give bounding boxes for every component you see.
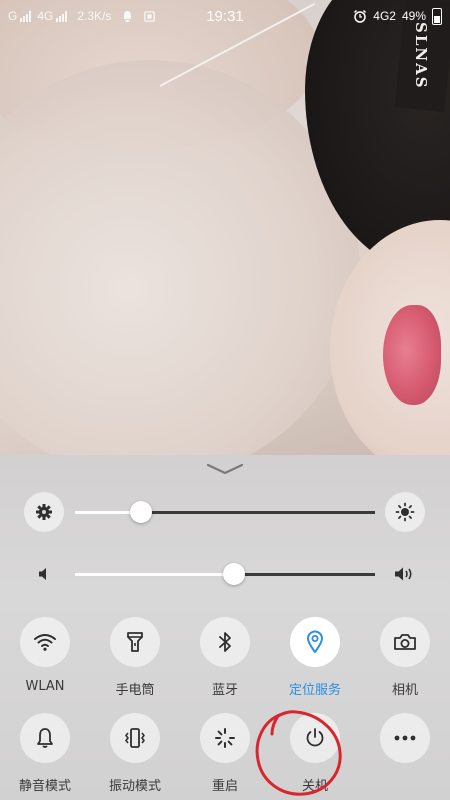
wifi-icon[interactable] — [20, 617, 70, 667]
image-icon — [144, 10, 156, 22]
volume-slider[interactable] — [0, 552, 450, 596]
carrier-1: G — [8, 9, 18, 23]
battery-icon — [432, 7, 442, 25]
tile-label: 蓝牙 — [211, 683, 238, 698]
tile-label: 重启 — [211, 779, 238, 794]
tile-wlan[interactable]: WLAN — [0, 617, 90, 694]
network-speed: 2.3K/s — [77, 9, 112, 23]
gear-icon[interactable] — [24, 492, 64, 532]
chevron-down-icon[interactable] — [205, 462, 245, 476]
tile-more[interactable] — [360, 713, 450, 763]
volume-thumb[interactable] — [223, 563, 245, 585]
signal-bars-icon — [20, 10, 32, 22]
battery-percent: 49% — [401, 9, 426, 23]
wallpaper-tag-text: SLNAS — [412, 22, 430, 90]
tile-vibrate-mode[interactable]: 振动模式 — [90, 713, 180, 794]
tile-power-off[interactable]: 关机 — [270, 713, 360, 794]
tile-flashlight[interactable]: 手电筒 — [90, 617, 180, 698]
tile-label: 手电筒 — [115, 683, 155, 698]
tile-silent-mode[interactable]: 静音模式 — [0, 713, 90, 794]
alarm-icon — [354, 9, 367, 23]
more-icon[interactable] — [380, 713, 430, 763]
status-left: G 4G 2.3K/s — [8, 9, 156, 23]
status-right: 4G2 49% — [353, 7, 442, 25]
wallpaper-photo: SLNAS — [0, 0, 450, 455]
network-type: 4G2 — [373, 9, 396, 23]
tile-label: 静音模式 — [18, 779, 71, 794]
tile-label: 定位服务 — [288, 683, 341, 698]
tile-bluetooth[interactable]: 蓝牙 — [180, 617, 270, 698]
tile-restart[interactable]: 重启 — [180, 713, 270, 794]
status-bar: G 4G 2.3K/s 19:31 4G2 49% — [0, 0, 450, 32]
tile-label: WLAN — [25, 679, 65, 694]
tile-camera[interactable]: 相机 — [360, 617, 450, 698]
volume-fill — [75, 573, 234, 576]
restart-icon[interactable] — [200, 713, 250, 763]
bell-icon[interactable] — [20, 713, 70, 763]
sun-icon[interactable] — [385, 492, 425, 532]
tile-label: 振动模式 — [108, 779, 161, 794]
brightness-slider[interactable] — [0, 490, 450, 534]
vibrate-icon[interactable] — [110, 713, 160, 763]
tile-label: 相机 — [391, 683, 418, 698]
wallpaper-lips — [383, 305, 441, 405]
location-icon[interactable] — [290, 617, 340, 667]
flashlight-icon[interactable] — [110, 617, 160, 667]
notification-icon — [124, 10, 132, 22]
speaker-low-icon[interactable] — [38, 567, 50, 581]
camera-icon[interactable] — [380, 617, 430, 667]
tile-label: 关机 — [301, 779, 328, 794]
power-icon[interactable] — [290, 713, 340, 763]
speaker-high-icon[interactable] — [394, 566, 416, 582]
brightness-thumb[interactable] — [130, 501, 152, 523]
bluetooth-icon[interactable] — [200, 617, 250, 667]
tile-location[interactable]: 定位服务 — [270, 617, 360, 698]
brightness-track[interactable] — [75, 511, 375, 514]
signal-bars-icon — [56, 10, 68, 22]
carrier-2: 4G — [37, 9, 54, 23]
